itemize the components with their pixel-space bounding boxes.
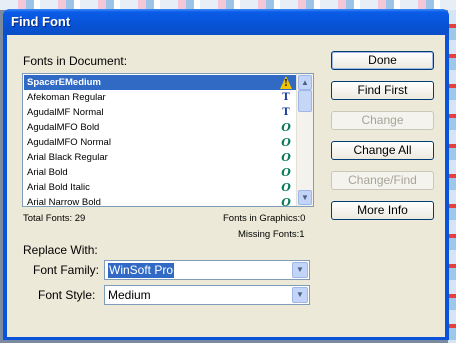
opentype-icon: O xyxy=(281,136,291,149)
title-bar[interactable]: Find Font xyxy=(3,9,449,35)
font-style-combobox[interactable]: Medium ▼ xyxy=(104,285,310,305)
chevron-down-icon[interactable]: ▼ xyxy=(292,287,308,303)
fonts-in-document-label: Fonts in Document: xyxy=(23,54,128,68)
scroll-down-button[interactable]: ▼ xyxy=(298,190,312,205)
fonts-list[interactable]: SpacerEMedium ! Afekoman Regular T Aguda… xyxy=(22,73,314,207)
font-name: Afekoman Regular xyxy=(27,92,106,103)
done-button[interactable]: Done xyxy=(331,51,434,70)
font-name: Arial Bold Italic xyxy=(27,182,90,193)
change-all-button[interactable]: Change All xyxy=(331,141,434,160)
font-name: SpacerEMedium xyxy=(27,77,101,88)
font-name: AgudalMFO Bold xyxy=(27,122,100,133)
list-item[interactable]: AgudalMFO Bold O xyxy=(24,120,296,135)
chevron-down-icon[interactable]: ▼ xyxy=(292,262,308,278)
change-find-button[interactable]: Change/Find xyxy=(331,171,434,190)
background-app-edge xyxy=(448,10,456,343)
list-item[interactable]: SpacerEMedium ! xyxy=(24,75,296,90)
change-button[interactable]: Change xyxy=(331,111,434,130)
list-scrollbar[interactable]: ▲ ▼ xyxy=(296,74,313,206)
font-name: Arial Bold xyxy=(27,167,68,178)
opentype-icon: O xyxy=(281,121,291,134)
dialog-title: Find Font xyxy=(11,14,71,29)
more-info-button[interactable]: More Info xyxy=(331,201,434,220)
opentype-icon: O xyxy=(281,151,291,164)
font-name: Arial Narrow Bold xyxy=(27,197,101,207)
list-item[interactable]: Arial Bold O xyxy=(24,165,296,180)
warning-icon: ! xyxy=(280,76,292,89)
list-item[interactable]: Arial Black Regular O xyxy=(24,150,296,165)
list-item[interactable]: Arial Narrow Bold O xyxy=(24,195,296,207)
scroll-thumb[interactable] xyxy=(298,90,312,112)
truetype-icon: T xyxy=(282,107,290,118)
font-name: AgudalMFO Normal xyxy=(27,137,111,148)
list-item[interactable]: AgudalMF Normal T xyxy=(24,105,296,120)
fonts-in-graphics-text: Fonts in Graphics:0 xyxy=(223,213,306,224)
opentype-icon: O xyxy=(281,196,291,207)
find-first-button[interactable]: Find First xyxy=(331,81,434,100)
font-family-label: Font Family: xyxy=(33,263,100,277)
list-item[interactable]: AgudalMFO Normal O xyxy=(24,135,296,150)
truetype-icon: T xyxy=(282,92,290,103)
list-item[interactable]: Arial Bold Italic O xyxy=(24,180,296,195)
font-name: AgudalMF Normal xyxy=(27,107,104,118)
opentype-icon: O xyxy=(281,166,291,179)
opentype-icon: O xyxy=(281,181,291,194)
font-style-value[interactable]: Medium xyxy=(108,288,151,303)
font-family-value[interactable]: WinSoft Pro xyxy=(108,263,175,278)
font-style-label: Font Style: xyxy=(38,288,96,302)
total-fonts-text: Total Fonts: 29 xyxy=(23,213,86,224)
missing-fonts-text: Missing Fonts:1 xyxy=(238,229,305,240)
font-family-combobox[interactable]: WinSoft Pro ▼ xyxy=(104,260,310,280)
list-item[interactable]: Afekoman Regular T xyxy=(24,90,296,105)
scroll-up-button[interactable]: ▲ xyxy=(298,75,312,90)
replace-with-label: Replace With: xyxy=(23,243,98,257)
font-name: Arial Black Regular xyxy=(27,152,108,163)
